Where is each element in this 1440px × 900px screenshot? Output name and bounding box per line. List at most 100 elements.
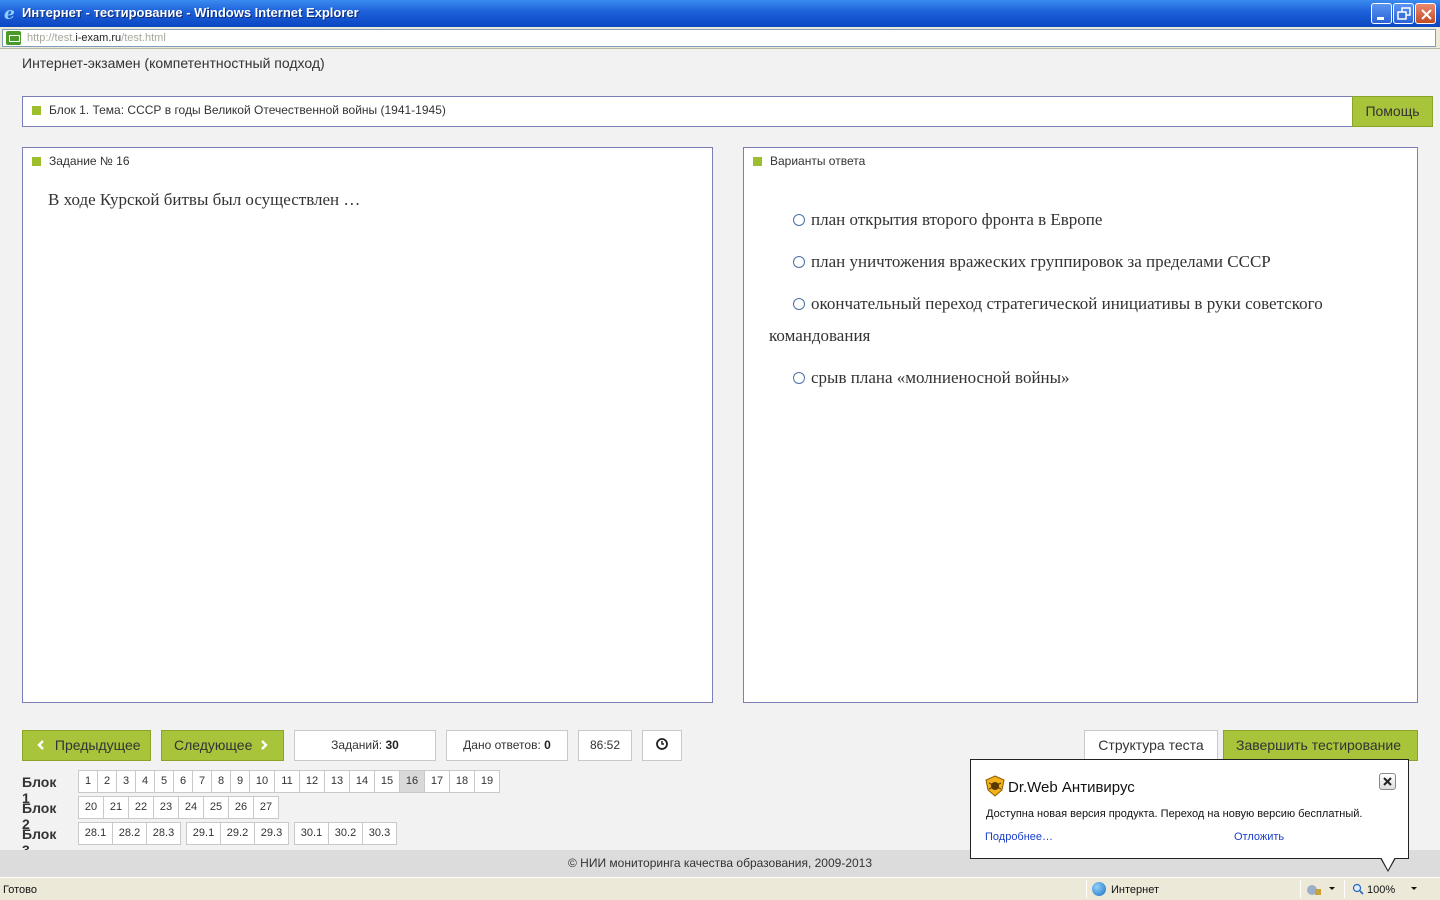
answered-count: Дано ответов: 0 [446,730,568,761]
task-cells: 1 2 3 4 5 6 7 8 9 10 11 12 13 14 15 16 17 18 19 [78,770,500,793]
restore-button[interactable] [1393,3,1414,24]
task-cell[interactable]: 6 [173,770,193,793]
task-cell[interactable]: 20 [78,796,104,819]
task-cell[interactable]: 11 [274,770,300,793]
answers-panel: Варианты ответа план открытия второго фр… [743,147,1418,703]
protected-mode-icon[interactable] [1306,883,1322,897]
radio-button[interactable] [793,298,805,310]
popup-title: Dr.Web Антивирус [1008,779,1135,796]
answer-options: план открытия второго фронта в Европе пл… [769,204,1389,404]
popup-tail-fill [1381,857,1395,870]
task-cell[interactable]: 2 [97,770,117,793]
window-titlebar: e Интернет - тестирование - Windows Inte… [0,0,1440,27]
globe-icon [1092,882,1106,896]
bullet-square-icon [32,106,41,115]
close-window-button[interactable] [1415,3,1436,24]
task-panel: Задание № 16 В ходе Курской битвы был ос… [22,147,713,703]
task-cell[interactable]: 29.3 [254,822,289,845]
task-cell[interactable]: 7 [192,770,212,793]
next-label: Следующее [174,737,253,753]
task-cell[interactable]: 8 [211,770,231,793]
task-cell[interactable]: 27 [253,796,279,819]
task-cell[interactable]: 19 [474,770,500,793]
task-cell[interactable]: 13 [324,770,350,793]
more-info-link[interactable]: Подробнее… [985,831,1053,843]
task-cell[interactable]: 1 [78,770,98,793]
page-content: Интернет-экзамен (компетентностный подхо… [0,49,1440,877]
radio-button[interactable] [793,214,805,226]
radio-button[interactable] [793,256,805,268]
url-field[interactable]: http://test.i-exam.ru/test.html [2,29,1436,47]
postpone-link[interactable]: Отложить [1234,831,1284,843]
task-cell[interactable]: 30.1 [294,822,329,845]
chevron-right-icon [261,740,268,750]
status-separator [1344,880,1345,898]
task-cell[interactable]: 16 [399,770,425,793]
answer-option[interactable]: план уничтожения вражеских группировок з… [769,246,1389,278]
answer-option-label: окончательный переход стратегической ини… [769,294,1323,345]
help-button[interactable]: Помощь [1352,96,1433,127]
answer-option[interactable]: срыв плана «молниеносной войны» [769,362,1389,394]
clock-button[interactable] [642,730,682,761]
previous-button[interactable]: Предыдущее [22,730,151,761]
answer-option[interactable]: окончательный переход стратегической ини… [769,288,1389,352]
app-title: Интернет-экзамен (компетентностный подхо… [22,55,325,71]
next-button[interactable]: Следующее [161,730,284,761]
task-cell[interactable]: 29.2 [220,822,255,845]
task-cell[interactable]: 30.3 [362,822,397,845]
question-text: В ходе Курской битвы был осуществлен … [48,190,361,209]
clock-icon [656,738,668,750]
block-topic-label: Блок 1. Тема: СССР в годы Великой Отечес… [49,103,446,117]
task-cell[interactable]: 28.1 [78,822,113,845]
task-cell[interactable]: 28.3 [146,822,181,845]
task-cell[interactable]: 4 [135,770,155,793]
task-cell[interactable]: 24 [178,796,204,819]
task-cell[interactable]: 12 [299,770,325,793]
address-bar: http://test.i-exam.ru/test.html [0,27,1440,49]
popup-message: Доступна новая версия продукта. Переход … [986,808,1363,820]
task-cells: 28.1 28.2 28.3 29.1 29.2 29.3 30.1 30.2 30.3 [78,822,397,845]
task-cell[interactable]: 26 [228,796,254,819]
task-cell[interactable]: 17 [424,770,450,793]
task-cell[interactable]: 14 [349,770,375,793]
timer: 86:52 [578,730,632,761]
task-cell[interactable]: 9 [230,770,250,793]
task-cell[interactable]: 5 [154,770,174,793]
task-cell[interactable]: 29.1 [186,822,221,845]
task-cell[interactable]: 10 [249,770,275,793]
tasks-count: Заданий: 30 [294,730,436,761]
task-cell[interactable]: 22 [128,796,154,819]
internet-explorer-icon: e [4,4,15,22]
drweb-notification: Dr.Web Антивирус Доступна новая версия п… [970,759,1409,859]
task-cell[interactable]: 18 [449,770,475,793]
task-cell[interactable]: 21 [103,796,129,819]
minimize-button[interactable] [1371,3,1392,24]
bullet-square-icon [32,157,41,166]
answer-option-label: план уничтожения вражеских группировок з… [811,252,1271,271]
page-icon [6,31,21,45]
zoom-level: 100% [1367,884,1396,896]
task-cell[interactable]: 25 [203,796,229,819]
status-bar: Готово Интернет 100% [0,877,1440,900]
answer-option-label: план открытия второго фронта в Европе [811,210,1103,229]
test-structure-button[interactable]: Структура теста [1084,730,1218,761]
chevron-left-icon [37,740,44,750]
close-icon [1421,9,1432,20]
task-cell[interactable]: 28.2 [112,822,147,845]
answer-option[interactable]: план открытия второго фронта в Европе [769,204,1389,236]
radio-button[interactable] [793,372,805,384]
dropdown-arrow-icon[interactable] [1329,887,1335,890]
restore-icon [1397,7,1411,20]
task-cell[interactable]: 23 [153,796,179,819]
task-cell[interactable]: 15 [374,770,400,793]
svg-text:e: e [4,4,15,22]
dropdown-arrow-icon[interactable] [1411,887,1417,890]
task-cell[interactable]: 30.2 [328,822,363,845]
popup-close-button[interactable] [1379,773,1396,790]
answer-option-label: срыв плана «молниеносной войны» [811,368,1070,387]
url-text: http://test.i-exam.ru/test.html [27,32,166,44]
drweb-spider-icon [985,775,1005,797]
finish-test-button[interactable]: Завершить тестирование [1223,730,1418,761]
task-cell[interactable]: 3 [116,770,136,793]
minimize-icon [1377,17,1384,20]
